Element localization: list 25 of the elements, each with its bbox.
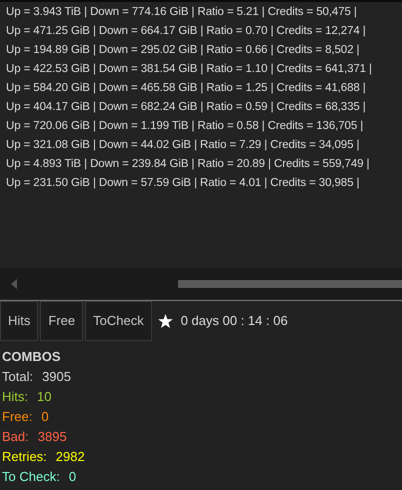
log-line: Up = 231.50 GiB | Down = 57.59 GiB | Ratio = 4.01 | Credits = 30,985 | — [6, 176, 360, 191]
log-line: Up = 584.20 GiB | Down = 465.58 GiB | Ratio = 1.25 | Credits = 41,688 | — [6, 81, 366, 96]
stat-row-text: Total: 3905 — [2, 368, 71, 386]
filter-button[interactable]: ToCheck — [85, 301, 152, 341]
stat-row-text: Free: 0 — [2, 408, 49, 426]
stat-row-text: To Check: 0 — [2, 468, 76, 486]
stat-row-text: Hits: 10 — [2, 388, 52, 406]
filter-button[interactable]: Free — [40, 301, 84, 341]
log-line: Up = 194.89 GiB | Down = 295.02 GiB | Ratio = 0.66 | Credits = 8,502 | — [6, 43, 360, 58]
stat-row-text: Retries: 2982 — [2, 448, 85, 466]
star-icon — [158, 314, 173, 328]
horizontal-scrollbar[interactable] — [0, 268, 402, 299]
log-line: Up = 3.943 TiB | Down = 774.16 GiB | Ratio = 5.21 | Credits = 50,475 | — [6, 5, 357, 20]
log-line: Up = 720.06 GiB | Down = 1.199 TiB | Ratio = 0.58 | Credits = 136,705 | — [6, 119, 364, 134]
log-line: Up = 422.53 GiB | Down = 381.54 GiB | Ratio = 1.10 | Credits = 641,371 | — [6, 62, 372, 77]
log-line: Up = 471.25 GiB | Down = 664.17 GiB | Ratio = 0.70 | Credits = 12,274 | — [6, 24, 366, 39]
combos-title: COMBOS — [2, 348, 60, 366]
log-line: Up = 404.17 GiB | Down = 682.24 GiB | Ratio = 0.59 | Credits = 68,335 | — [6, 100, 366, 115]
scrollbar-thumb[interactable] — [178, 280, 402, 288]
scroll-left-icon[interactable] — [11, 278, 17, 288]
log-line: Up = 321.08 GiB | Down = 44.02 GiB | Ratio = 7.29 | Credits = 34,095 | — [6, 138, 360, 153]
stat-row-text: Bad: 3895 — [2, 428, 67, 446]
log-line: Up = 4.893 TiB | Down = 239.84 GiB | Ratio = 20.89 | Credits = 559,749 | — [6, 157, 370, 172]
elapsed-time: 0 days 00 : 14 : 06 — [180, 312, 288, 330]
filter-button[interactable]: Hits — [0, 301, 38, 341]
